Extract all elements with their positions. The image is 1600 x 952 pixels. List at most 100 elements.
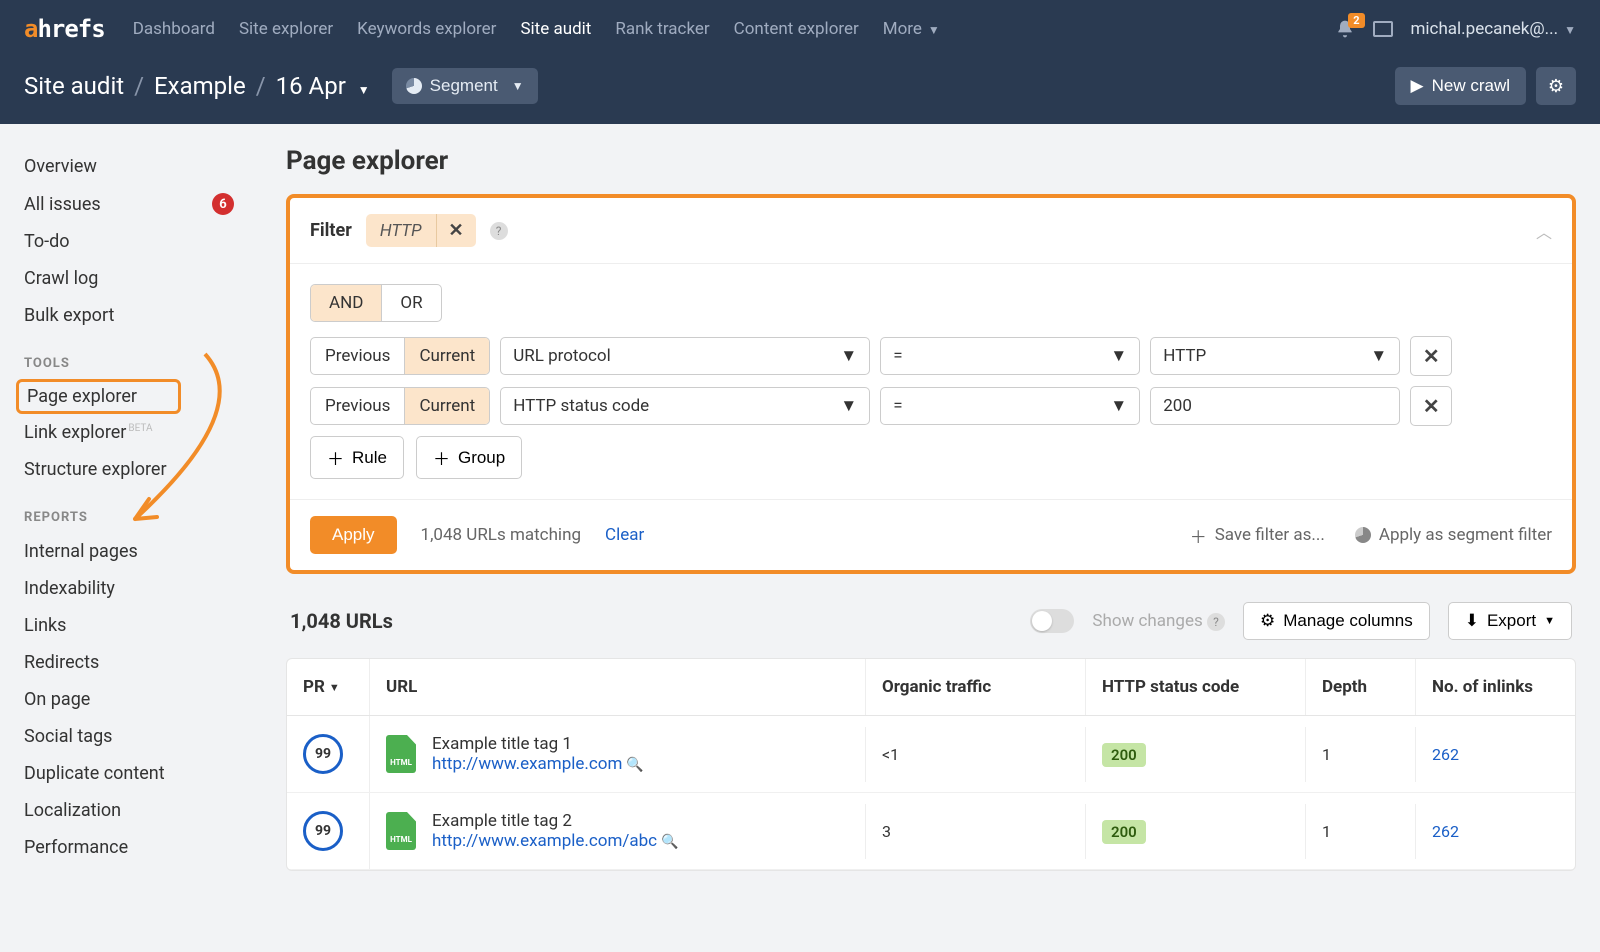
sidebar-overview[interactable]: Overview (24, 148, 262, 185)
sidebar-all-issues[interactable]: All issues6 (24, 185, 262, 223)
manage-columns-button[interactable]: ⚙Manage columns (1243, 602, 1430, 640)
rule-op-select-2[interactable]: =▼ (880, 387, 1140, 425)
row-depth: 1 (1305, 727, 1415, 782)
sidebar-performance[interactable]: Performance (24, 829, 262, 866)
add-rule-button[interactable]: ＋Rule (310, 436, 404, 479)
rule-field-select-1[interactable]: URL protocol▼ (500, 337, 870, 375)
nav-site-explorer[interactable]: Site explorer (239, 19, 333, 39)
sidebar-crawl-log[interactable]: Crawl log (24, 260, 262, 297)
settings-button[interactable]: ⚙ (1536, 67, 1576, 105)
help-icon[interactable]: ? (490, 222, 508, 240)
sidebar-localization[interactable]: Localization (24, 792, 262, 829)
download-icon: ⬇ (1465, 611, 1479, 631)
user-menu[interactable]: michal.pecanek@...▼ (1411, 19, 1577, 39)
sidebar-on-page[interactable]: On page (24, 681, 262, 718)
filter-chip-close[interactable]: ✕ (436, 214, 476, 247)
gear-icon: ⚙ (1548, 76, 1564, 96)
crumb-site-audit[interactable]: Site audit (24, 72, 124, 100)
nav-dashboard[interactable]: Dashboard (133, 19, 215, 39)
add-group-button[interactable]: ＋Group (416, 436, 522, 479)
rule-field-select-2[interactable]: HTTP status code▼ (500, 387, 870, 425)
th-inlinks[interactable]: No. of inlinks (1415, 659, 1575, 715)
table-header: PR ▼ URL Organic traffic HTTP status cod… (287, 659, 1575, 716)
sidebar-structure-explorer[interactable]: Structure explorer (24, 451, 262, 488)
sidebar-reports-head: REPORTS (24, 488, 262, 533)
nav-keywords-explorer[interactable]: Keywords explorer (357, 19, 496, 39)
clear-link[interactable]: Clear (605, 525, 644, 545)
th-pr[interactable]: PR ▼ (287, 659, 369, 715)
filter-footer: Apply 1,048 URLs matching Clear ＋Save fi… (290, 499, 1572, 570)
html-file-icon: HTML (386, 735, 416, 773)
sidebar-indexability[interactable]: Indexability (24, 570, 262, 607)
rule-remove-1[interactable]: ✕ (1410, 336, 1452, 376)
row-url-link[interactable]: http://www.example.com/abc (432, 831, 657, 851)
status-badge: 200 (1102, 820, 1146, 844)
new-crawl-button[interactable]: ▶ New crawl (1395, 67, 1526, 105)
chevron-down-icon: ▼ (840, 346, 857, 366)
search-icon[interactable]: 🔍 (626, 757, 643, 773)
chevron-down-icon: ▼ (1544, 615, 1555, 627)
crumb-example[interactable]: Example (154, 72, 246, 100)
plus-icon: ＋ (1190, 523, 1207, 548)
th-http-status[interactable]: HTTP status code (1085, 659, 1305, 715)
nav-site-audit[interactable]: Site audit (520, 19, 591, 39)
save-filter-button[interactable]: ＋Save filter as... (1190, 523, 1325, 548)
segment-button[interactable]: Segment ▼ (392, 68, 538, 104)
sidebar-links[interactable]: Links (24, 607, 262, 644)
chevron-down-icon: ▼ (1370, 346, 1387, 366)
crumb-date[interactable]: 16 Apr ▼ (276, 72, 370, 100)
device-icon[interactable] (1373, 21, 1393, 37)
row-url-link[interactable]: http://www.example.com (432, 754, 622, 774)
rule-value-input-2[interactable]: 200 (1150, 387, 1400, 425)
help-icon[interactable]: ? (1207, 613, 1225, 631)
matching-count: 1,048 URLs matching (421, 525, 581, 545)
previous-option[interactable]: Previous (311, 388, 404, 424)
nav-rank-tracker[interactable]: Rank tracker (615, 19, 709, 39)
sidebar-link-explorer[interactable]: Link explorerBETA (24, 414, 262, 451)
results-header: 1,048 URLs Show changes ? ⚙Manage column… (286, 574, 1576, 658)
urls-count: 1,048 URLs (290, 609, 393, 633)
logo[interactable]: ahrefs (24, 15, 105, 43)
sidebar-duplicate-content[interactable]: Duplicate content (24, 755, 262, 792)
and-or-toggle: AND OR (310, 284, 442, 322)
nav-content-explorer[interactable]: Content explorer (734, 19, 859, 39)
sidebar-page-explorer[interactable]: Page explorer (16, 379, 181, 414)
rule-row-2: Previous Current HTTP status code▼ =▼ 20… (310, 386, 1552, 426)
apply-button[interactable]: Apply (310, 516, 397, 554)
search-icon[interactable]: 🔍 (661, 834, 678, 850)
previous-option[interactable]: Previous (311, 338, 404, 374)
filter-head: Filter HTTP ✕ ? ︿ (290, 198, 1572, 264)
sidebar-internal-pages[interactable]: Internal pages (24, 533, 262, 570)
current-option[interactable]: Current (404, 338, 489, 374)
th-depth[interactable]: Depth (1305, 659, 1415, 715)
sidebar-redirects[interactable]: Redirects (24, 644, 262, 681)
table-row: 99 HTML Example title tag 1 http://www.e… (287, 716, 1575, 793)
or-option[interactable]: OR (381, 285, 440, 321)
rule-row-1: Previous Current URL protocol▼ =▼ HTTP▼ … (310, 336, 1552, 376)
and-option[interactable]: AND (311, 285, 381, 321)
row-inlinks-link[interactable]: 262 (1432, 822, 1459, 841)
sidebar-social-tags[interactable]: Social tags (24, 718, 262, 755)
show-changes-toggle[interactable] (1030, 609, 1074, 633)
notifications-icon[interactable]: 2 (1335, 19, 1355, 39)
issues-badge: 6 (212, 193, 234, 215)
notif-badge: 2 (1348, 13, 1364, 28)
plus-icon: ＋ (433, 445, 450, 470)
pie-icon (1355, 527, 1371, 543)
rule-value-select-1[interactable]: HTTP▼ (1150, 337, 1400, 375)
th-url[interactable]: URL (369, 659, 865, 715)
nav-more[interactable]: More▼ (883, 19, 940, 39)
subheader: Site audit / Example / 16 Apr ▼ Segment … (0, 58, 1600, 124)
rule-op-select-1[interactable]: =▼ (880, 337, 1140, 375)
rule-remove-2[interactable]: ✕ (1410, 386, 1452, 426)
th-organic-traffic[interactable]: Organic traffic (865, 659, 1085, 715)
results-table: PR ▼ URL Organic traffic HTTP status cod… (286, 658, 1576, 871)
current-option[interactable]: Current (404, 388, 489, 424)
filter-body: AND OR Previous Current URL protocol▼ =▼… (290, 264, 1572, 499)
sidebar-bulk-export[interactable]: Bulk export (24, 297, 262, 334)
export-button[interactable]: ⬇Export▼ (1448, 602, 1572, 640)
collapse-icon[interactable]: ︿ (1536, 219, 1552, 243)
row-inlinks-link[interactable]: 262 (1432, 745, 1459, 764)
sidebar-todo[interactable]: To-do (24, 223, 262, 260)
apply-segment-button[interactable]: Apply as segment filter (1355, 525, 1552, 545)
